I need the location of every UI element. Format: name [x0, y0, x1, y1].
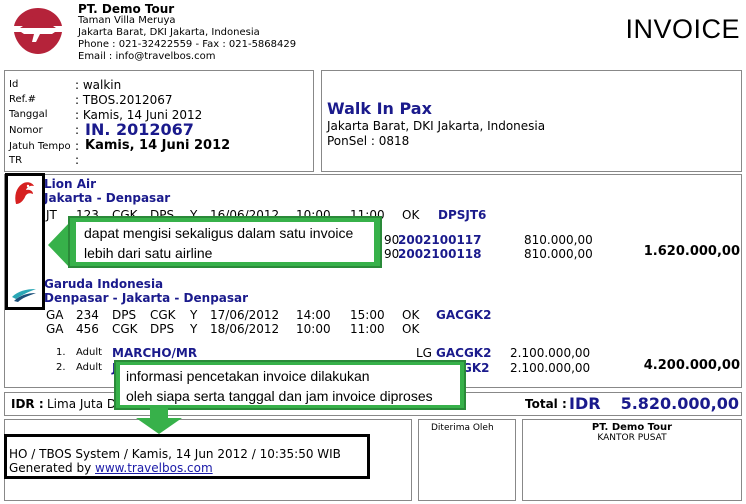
ticket-number: 2002100118	[398, 247, 482, 261]
ref-label: Ref.#	[9, 94, 37, 105]
pax-number: 2.	[56, 362, 66, 373]
terbilang-label: IDR :	[11, 397, 44, 411]
grand-total-label: Total :	[525, 397, 567, 411]
flight-class: Y	[190, 308, 198, 322]
jatuh-tempo-label: Jatuh Tempo	[9, 141, 71, 152]
flight-number: 456	[76, 322, 99, 336]
airline-1-total: 1.620.000,00	[643, 244, 740, 259]
flight-arr: 15:00	[350, 308, 385, 322]
ticket-tail: 90	[384, 233, 400, 247]
company-address-1: Taman Villa Meruya	[78, 15, 176, 26]
pax-name: MARCHO/MR	[112, 346, 198, 360]
print-info-highlight	[4, 434, 370, 479]
customer-box: Walk In Pax Jakarta Barat, DKI Jakarta, …	[321, 70, 742, 172]
customer-name: Walk In Pax	[327, 99, 432, 118]
callout-print-line-1: informasi pencetakan invoice dilakukan	[126, 368, 370, 384]
flight-status: OK	[402, 322, 420, 336]
flight-from: DPS	[112, 308, 137, 322]
company-email: Email : info@travelbos.com	[78, 51, 216, 62]
callout-airline: dapat mengisi sekaligus dalam satu invoi…	[68, 216, 382, 268]
flight-code: GA	[46, 308, 64, 322]
flight-pnr: DPSJT6	[438, 208, 487, 222]
terbilang-value: Lima Juta De	[47, 397, 124, 411]
company-logo	[6, 2, 70, 60]
company-phone: Phone : 021-32422559 - Fax : 021-5868429	[78, 39, 297, 50]
flight-dep: 14:00	[296, 308, 331, 322]
customer-phone: PonSel : 0818	[327, 134, 410, 148]
flight-dep: 10:00	[296, 322, 331, 336]
airline-2-flight-row-2: GA 456 CGK DPS Y 18/06/2012 10:00 11:00 …	[0, 322, 746, 338]
flight-pnr: GACGK2	[436, 308, 492, 322]
ticket-number: 2002100117	[398, 233, 482, 247]
pax-amount: 2.100.000,00	[510, 361, 591, 375]
pax-pnr: GACGK2	[436, 346, 492, 360]
airline-1-name: Lion Air	[44, 177, 97, 191]
pax-type: Adult	[76, 362, 103, 373]
pax-pnr: GK2	[462, 361, 490, 375]
ticket-amount: 810.000,00	[524, 233, 593, 247]
callout-airline-line-2: lebih dari satu airline	[84, 245, 213, 261]
callout-print: informasi pencetakan invoice dilakukan o…	[114, 360, 466, 410]
tanggal-label: Tanggal	[9, 109, 48, 120]
received-box: Diterima Oleh	[418, 419, 516, 501]
callout-airline-line-1: dapat mengisi sekaligus dalam satu invoi…	[84, 225, 354, 241]
jatuh-tempo-colon: :	[75, 139, 80, 153]
id-label: Id	[9, 79, 19, 90]
pax-number: 1.	[56, 347, 66, 358]
airline-2-total: 4.200.000,00	[643, 358, 740, 373]
invoice-info-box: Id : walkin Ref.# : TBOS.2012067 Tanggal…	[4, 70, 314, 172]
flight-status: OK	[402, 308, 420, 322]
jatuh-tempo-value: Kamis, 14 Juni 2012	[85, 138, 231, 153]
airline-2-name: Garuda Indonesia	[44, 277, 164, 291]
signature-company: PT. Demo Tour	[591, 422, 673, 433]
flight-code: JT	[46, 208, 57, 222]
grand-total-value: 5.820.000,00	[620, 394, 739, 413]
flight-date: 18/06/2012	[210, 322, 280, 336]
signature-office: KANTOR PUSAT	[597, 433, 667, 443]
ref-value: : TBOS.2012067	[75, 93, 173, 107]
flight-from: CGK	[112, 322, 138, 336]
nomor-value: IN. 2012067	[85, 120, 194, 139]
flight-arr: 11:00	[350, 322, 385, 336]
airline-2-route: Denpasar - Jakarta - Denpasar	[44, 291, 249, 305]
flight-to: DPS	[150, 322, 175, 336]
flight-to: CGK	[150, 308, 176, 322]
pax-type: Adult	[76, 347, 103, 358]
ticket-tail: 90	[384, 247, 400, 261]
nomor-colon: :	[75, 123, 80, 137]
company-address-2: Jakarta Barat, DKI Jakarta, Indonesia	[78, 27, 260, 38]
pax-lg: LG	[416, 346, 432, 360]
company-name: PT. Demo Tour	[78, 2, 175, 16]
diterima-label: Diterima Oleh	[431, 423, 494, 433]
airline-1-route: Jakarta - Denpasar	[44, 191, 171, 205]
airline-logo-highlight	[5, 173, 45, 310]
flight-date: 17/06/2012	[210, 308, 280, 322]
customer-address: Jakarta Barat, DKI Jakarta, Indonesia	[327, 119, 546, 133]
flight-status: OK	[402, 208, 420, 222]
callout-print-arrow	[136, 408, 182, 434]
signature-box: PT. Demo Tour KANTOR PUSAT	[522, 419, 742, 501]
flight-number: 234	[76, 308, 99, 322]
tr-value: :	[75, 153, 80, 167]
nomor-label: Nomor	[9, 125, 43, 136]
pax-amount: 2.100.000,00	[510, 346, 591, 360]
flight-class: Y	[190, 322, 198, 336]
grand-total-currency: IDR	[569, 394, 601, 413]
ticket-amount: 810.000,00	[524, 247, 593, 261]
tr-label: TR	[9, 155, 23, 166]
flight-code: GA	[46, 322, 64, 336]
callout-print-line-2: oleh siapa serta tanggal dan jam invoice…	[126, 388, 433, 404]
id-value: : walkin	[75, 78, 122, 92]
document-title: INVOICE	[625, 14, 740, 44]
